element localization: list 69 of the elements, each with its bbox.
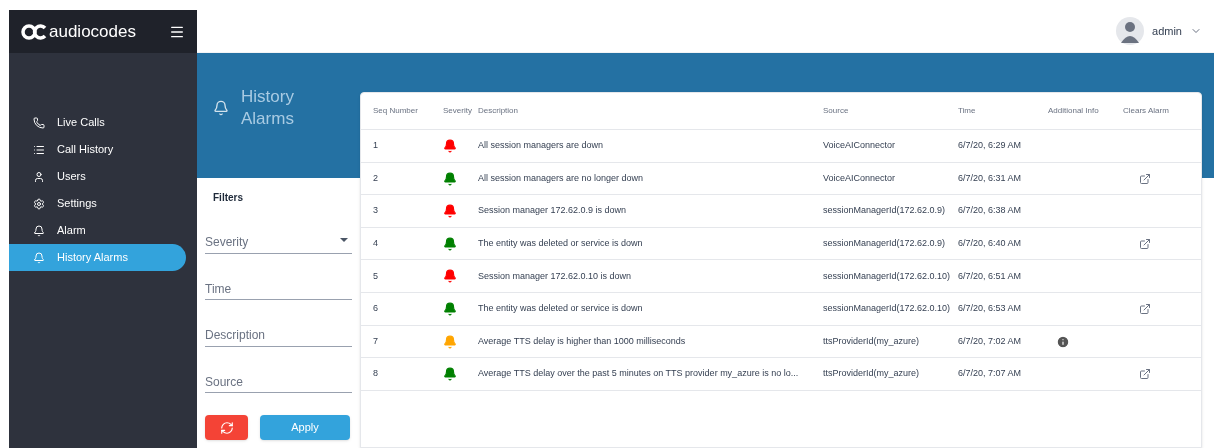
table-cell-text: 6/7/20, 7:07 AM <box>958 367 1023 381</box>
sidebar-item[interactable]: Settings <box>9 190 186 217</box>
table-cell-text: 5 <box>373 269 379 283</box>
table-cell-text: 1 <box>373 139 379 153</box>
user-icon <box>33 170 45 183</box>
table-cell-text: ttsProviderId(my_azure) <box>823 334 921 348</box>
filter-field[interactable]: Source <box>205 371 352 393</box>
table-cell-text: 6/7/20, 6:40 AM <box>958 237 1023 251</box>
phone-icon <box>33 116 45 129</box>
table-cell-text: ttsProviderId(my_azure) <box>823 367 921 381</box>
table-cell-text: 6/7/20, 6:53 AM <box>958 302 1023 316</box>
sidebar-item[interactable]: Alarm <box>9 217 186 244</box>
table-cell-text: 8 <box>373 367 379 381</box>
table-cell-text: All session managers are down <box>478 139 605 153</box>
table-cell-text: 3 <box>373 204 379 218</box>
table-cell-text: sessionManagerId(172.62.0.10) <box>823 269 952 283</box>
sidebar-item[interactable]: Users <box>9 163 186 190</box>
table-cell-text: Average TTS delay over the past 5 minutes on TTS provider my_azure is no lo... <box>478 367 800 381</box>
list-icon <box>33 143 45 156</box>
bell-icon <box>213 99 229 116</box>
user-name[interactable]: admin <box>1152 22 1182 40</box>
column-header: Description <box>478 105 519 117</box>
sidebar-item[interactable]: Call History <box>9 136 186 163</box>
refresh-icon <box>219 420 234 435</box>
table-cell-text: The entity was deleted or service is down <box>478 237 644 251</box>
table-cell-text: 7 <box>373 334 379 348</box>
column-header: Severity <box>443 105 473 117</box>
table-cell-text: The entity was deleted or service is down <box>478 302 644 316</box>
column-header: Source <box>823 105 850 117</box>
table-cell-text: VoiceAIConnector <box>823 171 897 185</box>
table-cell-text: 6/7/20, 6:51 AM <box>958 269 1023 283</box>
table-cell-text: 6/7/20, 6:31 AM <box>958 171 1023 185</box>
settings-icon <box>33 197 45 210</box>
page-title: History Alarms <box>241 85 295 130</box>
bell-icon <box>33 251 45 264</box>
column-header: Additional Info <box>1048 105 1100 117</box>
column-header: Clears Alarm <box>1123 105 1170 117</box>
column-header: Time <box>958 105 977 117</box>
caret-icon <box>340 238 348 242</box>
table-cell-text: 6/7/20, 7:02 AM <box>958 334 1023 348</box>
table-cell-text: 6/7/20, 6:38 AM <box>958 204 1023 218</box>
external-link-icon[interactable] <box>1139 237 1151 250</box>
filter-field[interactable]: Description <box>205 324 352 347</box>
table-cell-text: Session manager 172.62.0.9 is down <box>478 204 628 218</box>
table-cell-text: VoiceAIConnector <box>823 139 897 153</box>
info-icon[interactable] <box>1056 334 1070 349</box>
filters-title: Filters <box>212 191 244 205</box>
table-cell-text: sessionManagerId(172.62.0.10) <box>823 302 952 316</box>
table-cell-text: 6/7/20, 6:29 AM <box>958 139 1023 153</box>
table-cell-text: 2 <box>373 171 379 185</box>
bell-icon <box>33 224 45 237</box>
external-link-icon[interactable] <box>1139 302 1151 315</box>
external-link-icon[interactable] <box>1139 172 1151 185</box>
table-cell-text: All session managers are no longer down <box>478 171 645 185</box>
brand-logo: audiocodes <box>49 20 136 43</box>
external-link-icon[interactable] <box>1139 368 1151 381</box>
table-cell-text: Average TTS delay is higher than 1000 milliseconds <box>478 334 687 348</box>
column-header: Seq Number <box>373 105 419 117</box>
table-cell-text: 6 <box>373 302 379 316</box>
table-cell-text: 4 <box>373 237 379 251</box>
reset-button[interactable] <box>205 415 248 440</box>
avatar-icon[interactable] <box>1116 17 1145 45</box>
sidebar-item[interactable]: Live Calls <box>9 109 186 136</box>
logo-icon <box>21 23 47 40</box>
filter-field[interactable]: Time <box>205 278 352 300</box>
table-cell-text: sessionManagerId(172.62.0.9) <box>823 237 947 251</box>
severity-dropdown[interactable]: Severity <box>205 231 352 254</box>
table-cell-text: Session manager 172.62.0.10 is down <box>478 269 633 283</box>
table-cell-text: sessionManagerId(172.62.0.9) <box>823 204 947 218</box>
